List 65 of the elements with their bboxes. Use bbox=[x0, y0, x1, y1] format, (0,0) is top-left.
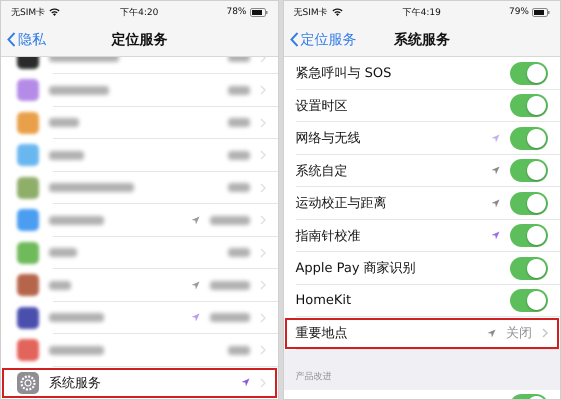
chevron-icon bbox=[260, 248, 266, 258]
chevron-icon bbox=[260, 85, 266, 96]
blurred-text bbox=[210, 216, 250, 225]
toggle-switch[interactable] bbox=[510, 256, 548, 280]
toggle-switch[interactable] bbox=[510, 192, 548, 215]
blurred-text bbox=[228, 150, 250, 160]
chevron-icon bbox=[260, 215, 266, 226]
nav-title: 定位服务 bbox=[111, 30, 168, 48]
chevron-icon bbox=[260, 378, 266, 388]
toggle-switch[interactable] bbox=[510, 159, 548, 182]
carrier-text: 无SIM卡 bbox=[294, 6, 328, 18]
blurred-text bbox=[49, 346, 104, 355]
toggle-switch[interactable] bbox=[510, 126, 548, 150]
blurred-text bbox=[49, 248, 77, 258]
wifi-icon bbox=[332, 8, 343, 16]
blurred-text bbox=[49, 118, 79, 128]
row-label: 设置时区 bbox=[296, 98, 348, 115]
carrier-text: 无SIM卡 bbox=[11, 6, 46, 18]
blurred-text bbox=[49, 313, 104, 322]
battery-percent: 78% bbox=[226, 7, 246, 17]
gear-icon bbox=[17, 372, 39, 394]
row-label: 网络与无线 bbox=[296, 130, 360, 148]
row-label: HomeKit bbox=[296, 293, 352, 308]
toggle-switch[interactable] bbox=[510, 94, 548, 118]
toggle-switch[interactable] bbox=[510, 289, 548, 312]
blurred-text bbox=[228, 183, 250, 192]
chevron-icon bbox=[260, 345, 266, 356]
row-label: 重要地点 bbox=[296, 325, 348, 342]
back-chevron-icon bbox=[7, 32, 16, 47]
battery-icon bbox=[250, 8, 268, 16]
back-button[interactable]: 定位服务 bbox=[290, 30, 356, 48]
blurred-text bbox=[228, 248, 250, 258]
battery-percent: 79% bbox=[508, 7, 529, 17]
back-chevron-icon bbox=[290, 32, 298, 47]
toggle-switch[interactable] bbox=[510, 62, 548, 85]
chevron-icon bbox=[260, 280, 266, 290]
row-value: 关闭 bbox=[506, 325, 532, 342]
chevron-icon bbox=[542, 328, 548, 338]
battery-icon bbox=[532, 8, 550, 16]
chevron-icon bbox=[260, 182, 266, 193]
row-label: 紧急呼叫与 SOS bbox=[296, 65, 392, 82]
blurred-text bbox=[49, 280, 71, 290]
section-header: 产品改进 bbox=[296, 370, 332, 382]
chevron-icon bbox=[260, 118, 266, 128]
blurred-text bbox=[228, 86, 250, 95]
wifi-icon bbox=[49, 8, 60, 16]
row-label: Apple Pay 商家识别 bbox=[296, 260, 416, 278]
blurred-text bbox=[210, 313, 250, 322]
row-label: 指南针校准 bbox=[296, 228, 360, 245]
blurred-text bbox=[210, 280, 250, 290]
toggle-switch[interactable] bbox=[510, 224, 548, 248]
nav-title: 系统服务 bbox=[394, 30, 450, 48]
blurred-text bbox=[49, 216, 104, 225]
row-label: 运动校正与距离 bbox=[296, 195, 386, 212]
chevron-icon bbox=[260, 312, 266, 323]
blurred-text bbox=[228, 346, 250, 355]
blurred-text bbox=[49, 150, 84, 160]
blurred-text bbox=[49, 86, 109, 95]
clock-text: 下午4:19 bbox=[402, 6, 441, 18]
row-label: 系统自定 bbox=[296, 162, 348, 180]
blurred-text bbox=[228, 118, 250, 128]
chevron-icon bbox=[260, 150, 266, 160]
clock-text: 下午4:20 bbox=[120, 6, 158, 18]
row-label[interactable]: 系统服务 bbox=[49, 374, 101, 392]
back-button[interactable]: 隐私 bbox=[7, 30, 46, 48]
